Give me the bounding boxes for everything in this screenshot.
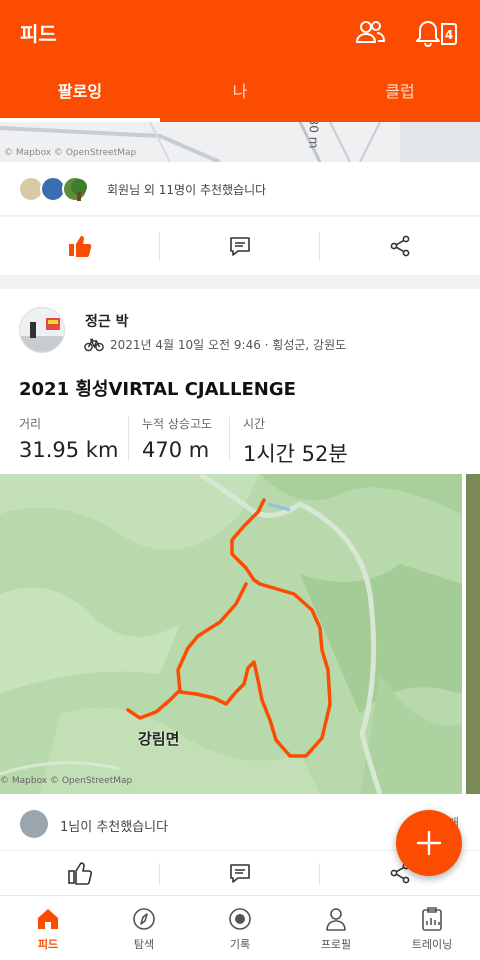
page-title: 피드: [20, 22, 57, 46]
comment-icon: [230, 864, 250, 883]
activity-actions: [0, 217, 480, 275]
tree-avatar-icon: [71, 179, 87, 201]
find-friends-icon[interactable]: [354, 18, 386, 46]
divider: [229, 417, 230, 461]
nav-label: 기록: [229, 938, 251, 951]
kudos-button[interactable]: [0, 217, 160, 275]
activity-datetime-location: 2021년 4월 10일 오전 9:46 · 횡성군, 강원도: [110, 338, 347, 352]
add-activity-button[interactable]: [396, 810, 462, 876]
activity-card[interactable]: 정근 박 2021년 4월 10일 오전 9:46 · 횡성군, 강원도 202…: [0, 289, 480, 795]
nav-profile[interactable]: 프로필: [288, 896, 384, 960]
tab-clubs[interactable]: 클럽: [320, 66, 480, 122]
kudos-avatars: [18, 176, 108, 204]
plus-icon: [416, 830, 442, 856]
stat-time: 시간 1시간 52분: [243, 415, 348, 468]
share-icon: [390, 235, 410, 257]
feed-tabs: 팔로잉 나 클럽: [0, 66, 480, 122]
thumbs-up-icon: [69, 236, 92, 257]
nav-record[interactable]: 기록: [192, 896, 288, 960]
compass-icon: [133, 908, 155, 930]
avatar: [20, 810, 48, 838]
comment-button[interactable]: [160, 217, 320, 275]
nav-explore[interactable]: 탐색: [96, 896, 192, 960]
comment-button[interactable]: [160, 851, 320, 895]
previous-activity-map[interactable]: © Mapbox © OpenStreetMap 30 m: [0, 122, 480, 162]
athlete-photo: [20, 308, 64, 352]
kudos-row[interactable]: 회원님 외 11명이 추천했습니다: [0, 162, 480, 216]
app-header: 피드 4: [0, 0, 480, 66]
nav-label: 탐색: [133, 938, 155, 951]
activity-title[interactable]: 2021 횡성VIRTAL CJALLENGE: [19, 375, 296, 401]
stat-label: 거리: [19, 417, 42, 431]
activity-meta: 2021년 4월 10일 오전 9:46 · 횡성군, 강원도: [84, 336, 346, 353]
stat-label: 시간: [243, 417, 266, 431]
stat-elevation: 누적 상승고도 470 m: [142, 415, 212, 462]
bell-icon: 4: [416, 21, 457, 47]
nav-label: 트레이닝: [411, 938, 453, 951]
kudos-text: 회원님 외 11명이 추천했습니다: [107, 183, 267, 197]
bottom-navigation: 피드 탐색 기록 프로필 트레이닝: [0, 895, 480, 960]
nav-training[interactable]: 트레이닝: [384, 896, 480, 960]
profile-icon: [326, 908, 346, 931]
home-icon: [38, 909, 58, 929]
bike-icon: [84, 338, 104, 351]
divider: [128, 417, 129, 461]
thumbs-up-icon: [68, 862, 93, 885]
activity-map[interactable]: 강림면 © Mapbox © OpenStreetMap: [0, 474, 462, 794]
map-attribution: © Mapbox © OpenStreetMap: [4, 148, 137, 158]
athlete-name[interactable]: 정근 박: [85, 311, 129, 331]
notification-count: 4: [445, 28, 453, 42]
nav-label: 프로필: [320, 938, 352, 951]
record-icon: [229, 908, 251, 930]
kudos-button[interactable]: [0, 851, 160, 895]
kudos-text: 1님이 추천했습니다: [60, 820, 169, 835]
stat-value: 1시간 52분: [243, 442, 348, 466]
feed-gap: [0, 275, 480, 289]
map-attribution: © Mapbox © OpenStreetMap: [0, 776, 133, 786]
activity-photo-peek[interactable]: [466, 474, 480, 794]
tab-following[interactable]: 팔로잉: [0, 66, 160, 122]
map-place-label: 강림면: [138, 730, 180, 748]
map-road-label: 30 m: [306, 122, 321, 149]
comment-icon: [230, 237, 250, 256]
stat-distance: 거리 31.95 km: [19, 415, 118, 462]
tab-me[interactable]: 나: [160, 66, 320, 122]
share-button[interactable]: [320, 217, 480, 275]
stat-value: 470 m: [142, 438, 210, 462]
nav-label: 피드: [37, 938, 59, 951]
route-map: [0, 474, 462, 794]
notifications-button[interactable]: 4: [412, 16, 462, 48]
stat-value: 31.95 km: [19, 438, 119, 462]
nav-feed[interactable]: 피드: [0, 896, 96, 960]
training-icon: [422, 907, 442, 931]
avatar[interactable]: [19, 307, 65, 353]
stat-label: 누적 상승고도: [142, 417, 213, 431]
